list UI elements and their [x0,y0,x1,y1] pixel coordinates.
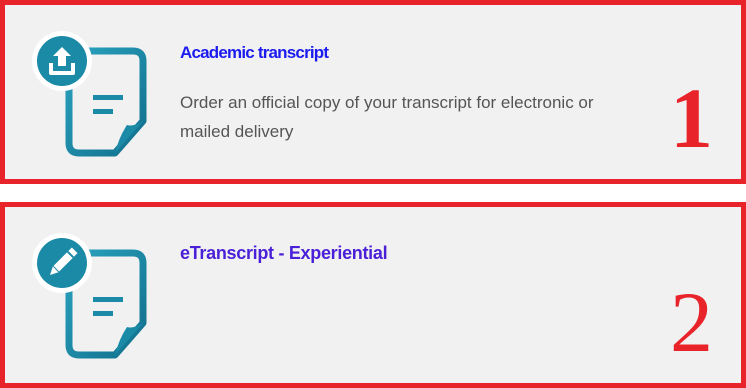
document-edit-icon [29,231,159,371]
card-number-label: 2 [670,274,713,370]
etranscript-experiential-card[interactable]: eTranscript - Experiential 2 [0,202,746,388]
card-number-label: 1 [670,70,713,166]
card-title-link[interactable]: Academic transcript [180,43,329,63]
document-upload-icon [29,29,159,169]
card-description: Order an official copy of your transcrip… [180,93,594,141]
academic-transcript-card[interactable]: Academic transcript Order an official co… [0,0,746,184]
card-title-link[interactable]: eTranscript - Experiential [180,243,388,264]
